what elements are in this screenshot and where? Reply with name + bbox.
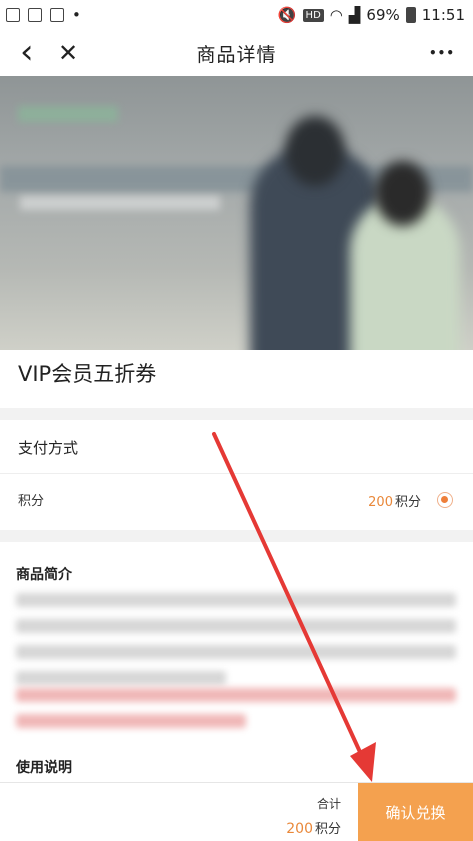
- status-bar-left: •: [0, 6, 81, 24]
- total-amount: 200: [286, 821, 313, 837]
- divider: [0, 473, 473, 474]
- page-title: 商品详情: [196, 43, 277, 66]
- blurred-text-line-highlight: [16, 688, 456, 702]
- payment-section: 支付方式 积分 200 积分: [0, 420, 473, 530]
- clock: 11:51: [421, 6, 465, 24]
- battery-percent: 69%: [366, 6, 400, 24]
- blurred-text-line: [16, 593, 456, 607]
- image-icon: [50, 8, 64, 22]
- wifi-icon: ◠: [329, 6, 343, 24]
- dot-icon: •: [72, 6, 81, 24]
- blurred-text-line-highlight: [16, 714, 246, 728]
- total-unit: 积分: [314, 822, 341, 837]
- product-info: VIP会员五折券: [0, 350, 473, 408]
- total-label: 合计: [316, 797, 341, 811]
- payment-header: 支付方式: [18, 439, 79, 457]
- bottom-bar: 合计 200 积分 确认兑换: [0, 782, 473, 841]
- blurred-text-line: [16, 671, 226, 685]
- usage-heading: 使用说明: [16, 760, 72, 776]
- product-description: 商品简介 使用说明: [0, 542, 473, 782]
- blurred-text-line: [16, 619, 456, 633]
- notification-icon: [6, 8, 20, 22]
- payment-radio[interactable]: [437, 492, 453, 508]
- status-bar-right: 🔇 HD ◠ ▟ 69% 11:51: [278, 6, 473, 24]
- close-icon[interactable]: ✕: [58, 39, 78, 67]
- total-value: 200 积分: [286, 818, 341, 837]
- nav-bar: ‹ ✕ 商品详情 •••: [0, 30, 473, 76]
- payment-option-value: 200 积分: [368, 491, 421, 510]
- signal-icon: ▟: [348, 6, 361, 24]
- app-notification-icon: [28, 8, 42, 22]
- battery-icon: [405, 7, 416, 23]
- more-icon[interactable]: •••: [429, 46, 455, 60]
- payment-option-label[interactable]: 积分: [18, 490, 44, 509]
- status-bar: • 🔇 HD ◠ ▟ 69% 11:51: [0, 0, 473, 30]
- mute-icon: 🔇: [277, 6, 297, 24]
- blurred-text-line: [16, 645, 456, 659]
- back-icon[interactable]: ‹: [20, 32, 34, 72]
- intro-heading: 商品简介: [16, 567, 72, 583]
- payment-amount: 200: [368, 495, 393, 510]
- product-title: VIP会员五折券: [18, 362, 157, 386]
- confirm-exchange-button[interactable]: 确认兑换: [358, 783, 473, 841]
- product-banner-image: [0, 76, 473, 350]
- payment-unit: 积分: [394, 495, 421, 510]
- hd-badge: HD: [302, 8, 324, 22]
